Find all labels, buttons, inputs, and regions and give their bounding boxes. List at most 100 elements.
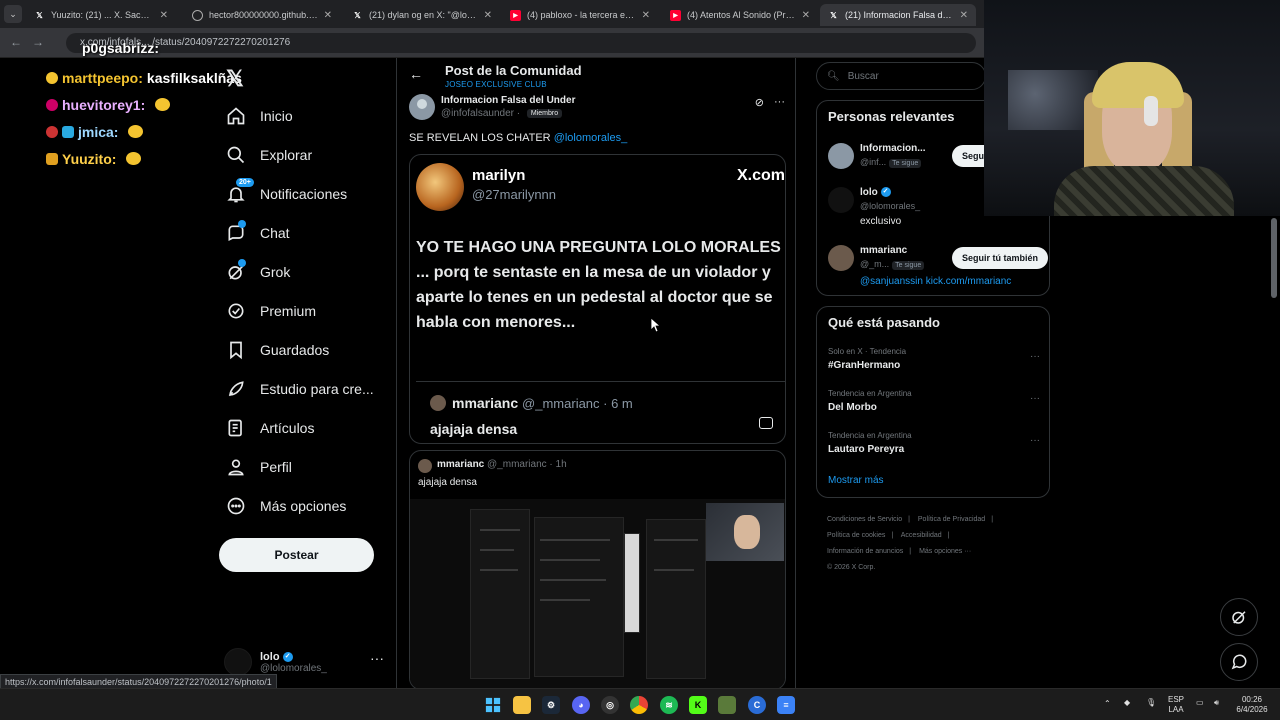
network-icon[interactable]: ▭ xyxy=(1196,698,1204,708)
spotify-icon[interactable]: ≋ xyxy=(660,696,678,714)
browser-tab[interactable]: hector800000000.github.io/test ✕ xyxy=(184,4,340,26)
trend-item[interactable]: Solo en X · Tendencia #GranHermano ··· xyxy=(828,347,1040,381)
post-button[interactable]: Postear xyxy=(219,538,374,572)
footer-link[interactable]: Política de Privacidad xyxy=(918,516,985,523)
windows-start-icon[interactable] xyxy=(484,696,502,714)
back-icon[interactable]: ← xyxy=(10,35,22,49)
obs-icon[interactable]: ◎ xyxy=(601,696,619,714)
tab-search-button[interactable]: ⌄ xyxy=(4,5,22,23)
avatar xyxy=(430,395,446,411)
nav-item-label: Perfil xyxy=(260,459,292,475)
nav-item-mas-opciones[interactable]: Más opciones xyxy=(226,488,346,524)
chrome-icon[interactable] xyxy=(630,696,648,714)
close-icon[interactable]: ✕ xyxy=(160,10,168,21)
more-icon[interactable]: ··· xyxy=(774,96,785,109)
tray-overflow-icon[interactable]: ⌃ xyxy=(1104,699,1111,709)
screenshot-line xyxy=(654,539,698,541)
screenshot-line xyxy=(540,599,590,601)
more-icon[interactable]: ··· xyxy=(1030,393,1040,404)
footer-link[interactable]: Condiciones de Servicio xyxy=(827,516,902,523)
browser-tab-active[interactable]: 𝕏 (21) Informacion Falsa del Under ✕ xyxy=(820,4,976,26)
article-icon xyxy=(226,418,246,438)
grok-button[interactable] xyxy=(1220,598,1258,636)
reply-post[interactable]: mmarianc @_mmarianc · 1h ajajaja densa xyxy=(409,450,786,688)
nav-item-guardados[interactable]: Guardados xyxy=(226,332,329,368)
nav-item-estudio[interactable]: Estudio para cre... xyxy=(226,371,374,407)
more-icon[interactable]: ··· xyxy=(370,650,384,666)
nav-item-articulos[interactable]: Artículos xyxy=(226,410,314,446)
chat-badge-icon xyxy=(46,71,58,84)
notepad-icon[interactable]: ≡ xyxy=(777,696,795,714)
nav-item-notificaciones[interactable]: 20+ Notificaciones xyxy=(226,176,347,212)
search-input[interactable] xyxy=(847,70,985,82)
nav-item-grok[interactable]: Grok xyxy=(226,254,290,290)
footer-separator: | xyxy=(908,516,910,523)
scrollbar-thumb[interactable] xyxy=(1271,218,1277,298)
tray-app-icon[interactable]: ◆ xyxy=(1124,698,1130,708)
nav-item-explorar[interactable]: Explorar xyxy=(226,137,312,173)
nav-item-perfil[interactable]: Perfil xyxy=(226,449,292,485)
footer-separator: | xyxy=(891,532,894,539)
language-indicator[interactable]: ESP LAA xyxy=(1168,695,1184,715)
person-card[interactable]: mmarianc @_m... Te sigue @sanjuanssin kic… xyxy=(828,245,1048,289)
grok-icon[interactable]: ⊘ xyxy=(755,96,764,109)
footer-link[interactable]: Más opciones ··· xyxy=(919,548,971,555)
kick-icon[interactable]: K xyxy=(689,696,707,714)
file-explorer-icon[interactable] xyxy=(513,696,531,714)
ccleaner-icon[interactable]: C xyxy=(748,696,766,714)
home-icon xyxy=(226,106,246,126)
premium-icon xyxy=(226,301,246,321)
trend-item[interactable]: Tendencia en Argentina Lautaro Pereyra ·… xyxy=(828,431,1040,465)
forward-icon[interactable]: → xyxy=(32,35,44,49)
close-icon[interactable]: ✕ xyxy=(484,10,492,21)
footer-link[interactable]: Información de anuncios xyxy=(827,548,903,555)
x-icon: 𝕏 xyxy=(830,10,837,20)
reply-image[interactable] xyxy=(410,499,785,688)
nav-item-chat[interactable]: Chat xyxy=(226,215,290,251)
steam-icon[interactable]: ⚙ xyxy=(542,696,560,714)
back-arrow-icon[interactable]: ← xyxy=(409,66,423,82)
discord-icon[interactable]: ◕ xyxy=(572,696,590,714)
avatar[interactable] xyxy=(409,94,435,120)
close-icon[interactable]: ✕ xyxy=(960,10,968,21)
close-icon[interactable]: ✕ xyxy=(642,10,650,21)
post-handle[interactable]: @infofalsaunder xyxy=(441,108,514,119)
globe-icon xyxy=(192,9,203,21)
close-icon[interactable]: ✕ xyxy=(324,10,332,21)
post-author[interactable]: Informacion Falsa del Under xyxy=(441,95,575,106)
browser-tab[interactable]: 𝕏 Yuuzito: (21) ... X. Saca la noche ✕ xyxy=(26,4,176,26)
community-name[interactable]: JOSEO EXCLUSIVE CLUB xyxy=(445,80,547,89)
more-icon[interactable]: ··· xyxy=(1030,351,1040,362)
jacket xyxy=(1054,166,1234,216)
search-box[interactable]: 🔍︎ xyxy=(816,62,986,90)
scrollbar[interactable] xyxy=(1270,216,1278,686)
trend-item[interactable]: Tendencia en Argentina Del Morbo ··· xyxy=(828,389,1040,423)
mention-link[interactable]: @lolomorales_ xyxy=(554,132,628,144)
browser-tab[interactable]: ▶ (4) pabloxo - la tercera es la vencida… xyxy=(502,4,658,26)
footer-link[interactable]: Accesibilidad xyxy=(901,532,942,539)
browser-tab[interactable]: 𝕏 (21) dylan og en X: "@lolomora... ✕ xyxy=(344,4,500,26)
avatar[interactable] xyxy=(418,459,432,473)
image-link-icon xyxy=(759,417,773,429)
clock[interactable]: 00:26 6/4/2026 xyxy=(1232,695,1272,715)
x-logo-icon[interactable]: 𝕏 xyxy=(226,66,244,92)
image-author-handle: @27marilynnn xyxy=(472,187,557,202)
chat-message: Yuuzito: xyxy=(46,145,246,172)
address-bar[interactable]: x.com/infofals... /status/20409722722702… xyxy=(66,33,976,53)
browser-tab[interactable]: ▶ (4) Atentos Al Sonido (Prod. Ela... ✕ xyxy=(662,4,818,26)
microphone-icon[interactable]: 🎙︎ xyxy=(1146,698,1156,708)
nav-item-premium[interactable]: Premium xyxy=(226,293,316,329)
post-text: SE REVELAN LOS CHATER @lolomorales_ xyxy=(409,132,627,144)
post-image[interactable]: marilyn @27marilynnn X.com YO TE HAGO UN… xyxy=(409,154,786,444)
volume-icon[interactable]: 🔊︎ xyxy=(1214,698,1219,708)
close-icon[interactable]: ✕ xyxy=(802,10,810,21)
follow-back-button[interactable]: Seguir tú también xyxy=(951,247,1048,269)
footer-link[interactable]: Política de cookies xyxy=(827,532,885,539)
minecraft-icon[interactable] xyxy=(718,696,736,714)
reply-name[interactable]: mmarianc xyxy=(437,459,484,470)
show-more-link[interactable]: Mostrar más xyxy=(828,475,884,486)
messages-button[interactable] xyxy=(1220,643,1258,681)
more-icon[interactable]: ··· xyxy=(1030,435,1040,446)
nav-item-inicio[interactable]: Inicio xyxy=(226,98,293,134)
person-bio-link[interactable]: @sanjuanssin kick.com/mmarianc xyxy=(860,276,1011,287)
